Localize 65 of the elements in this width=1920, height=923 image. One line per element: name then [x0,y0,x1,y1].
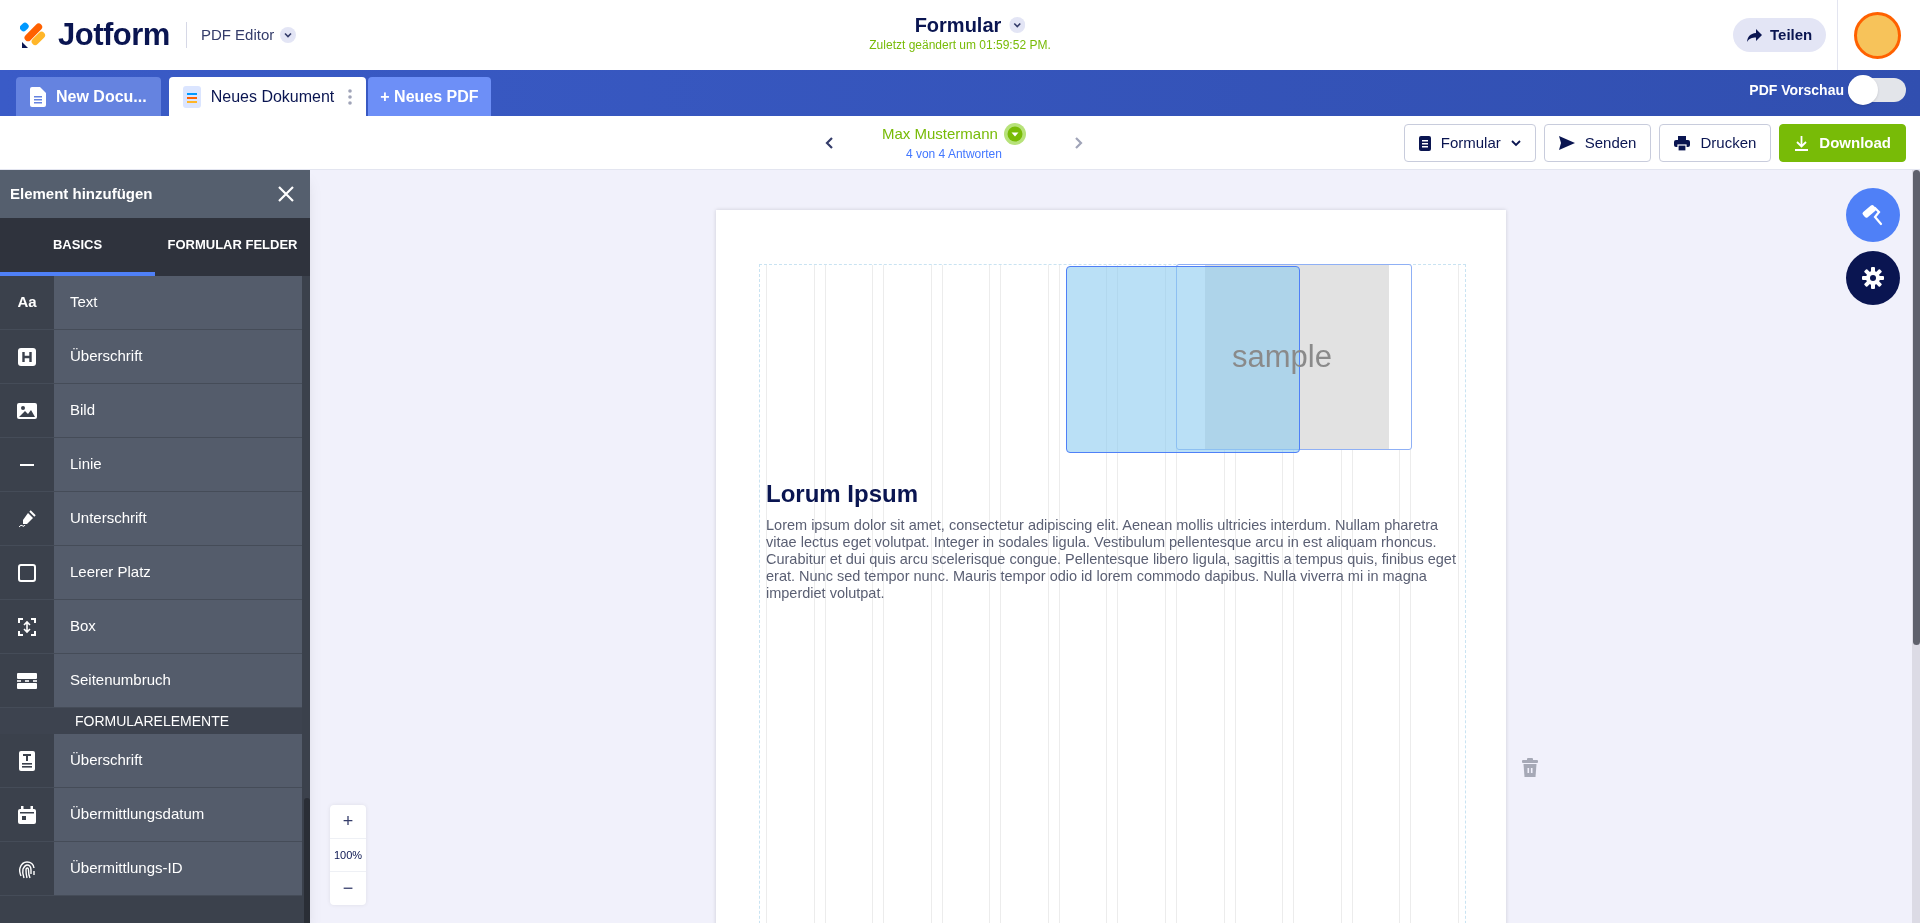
logo-text: Jotform [58,15,170,54]
settings-button[interactable] [1846,251,1900,305]
document-title-icon [19,750,35,771]
pdf-preview-label: PDF Vorschau [1749,80,1844,100]
document-tab[interactable]: Neues Dokument [168,77,367,116]
scrollbar-thumb[interactable] [304,798,310,923]
element-label: Übermittlungsdatum [70,804,205,825]
element-label: Unterschrift [70,508,147,529]
share-arrow-icon [1747,28,1762,42]
printer-icon [1674,135,1691,151]
document-paragraph: Lorem ipsum dolor sit amet, consectetur adipiscing elit. Aenean mollis ultricies interdum. Nullam pharetra vitae lectus eget volutpat. Integer in sodales ligula. Vestibulum pellentesque arcu in est aliquam rhoncus. Curabitur et dui quis arcu scelerisque congue. Pellentesque libero ligula, sagittis a tempus quis, finibus eget erat. Nunc sed tempor nunc. Mauris tempor odio id lorem commodo dapibus. Nulla viverra mi in magna imperdiet volutpat. [766,517,1457,602]
share-button[interactable]: Teilen [1733,18,1827,52]
element-label: Box [70,616,96,637]
page-break-icon [17,672,37,689]
element-label: Überschrift [70,346,143,367]
send-button[interactable]: Senden [1543,124,1652,162]
chevron-down-icon [1510,139,1521,147]
avatar[interactable] [1854,12,1901,59]
pen-icon [18,509,36,528]
element-label: Seitenumbruch [70,670,171,691]
dropdown-icon[interactable] [1003,123,1026,145]
document-tab[interactable]: New Docu... [16,77,161,116]
form-title: Formular [914,13,1002,37]
submission-count: 4 von 4 Antworten [905,146,1002,164]
last-saved-text: Zuletzt geändert um 01:59:52 PM. [869,37,1051,53]
element-label: Text [70,292,98,313]
element-label: Linie [70,454,102,475]
element-label: Übermittlungs-ID [70,858,183,879]
document-icon [30,86,46,107]
form-dropdown-button[interactable]: Formular [1403,124,1536,162]
calendar-icon [18,805,36,824]
element-label: Überschrift [70,750,143,771]
chevron-down-icon[interactable] [280,27,297,43]
pdf-preview-toggle[interactable] [1848,78,1906,102]
form-icon [1418,135,1431,151]
document-heading: Lorum Ipsum [766,479,918,509]
trash-icon[interactable] [1522,758,1538,777]
paint-roller-icon [1861,203,1885,227]
submitter-name: Max Mustermann [882,123,998,144]
image-icon [17,402,37,419]
scrollbar-thumb[interactable] [1913,170,1920,645]
panel-tab[interactable]: FORMULAR FELDER [155,218,310,276]
element-label: Bild [70,400,95,421]
chevron-down-icon[interactable] [1009,17,1026,33]
line-icon [20,463,34,466]
zoom-in-button[interactable]: + [330,805,366,839]
panel-title: Element hinzufügen [10,183,153,204]
print-button[interactable]: Drucken [1659,124,1772,162]
heading-icon [18,347,36,366]
more-vertical-icon [348,88,353,105]
zoom-out-button[interactable]: − [330,871,366,905]
fingerprint-icon [18,858,36,879]
paint-roller-button[interactable] [1846,188,1900,242]
zoom-level: 100% [333,848,363,863]
box-icon [18,617,36,636]
settings-icon [1862,267,1884,289]
document-icon [182,85,201,108]
send-icon [1558,136,1575,150]
download-icon [1794,135,1810,151]
element-label: Leerer Platz [70,562,151,583]
text-icon: Aa [17,291,37,314]
square-icon [18,563,36,582]
logo-icon [20,20,48,50]
product-name: PDF Editor [200,24,275,45]
close-icon[interactable] [278,186,294,202]
